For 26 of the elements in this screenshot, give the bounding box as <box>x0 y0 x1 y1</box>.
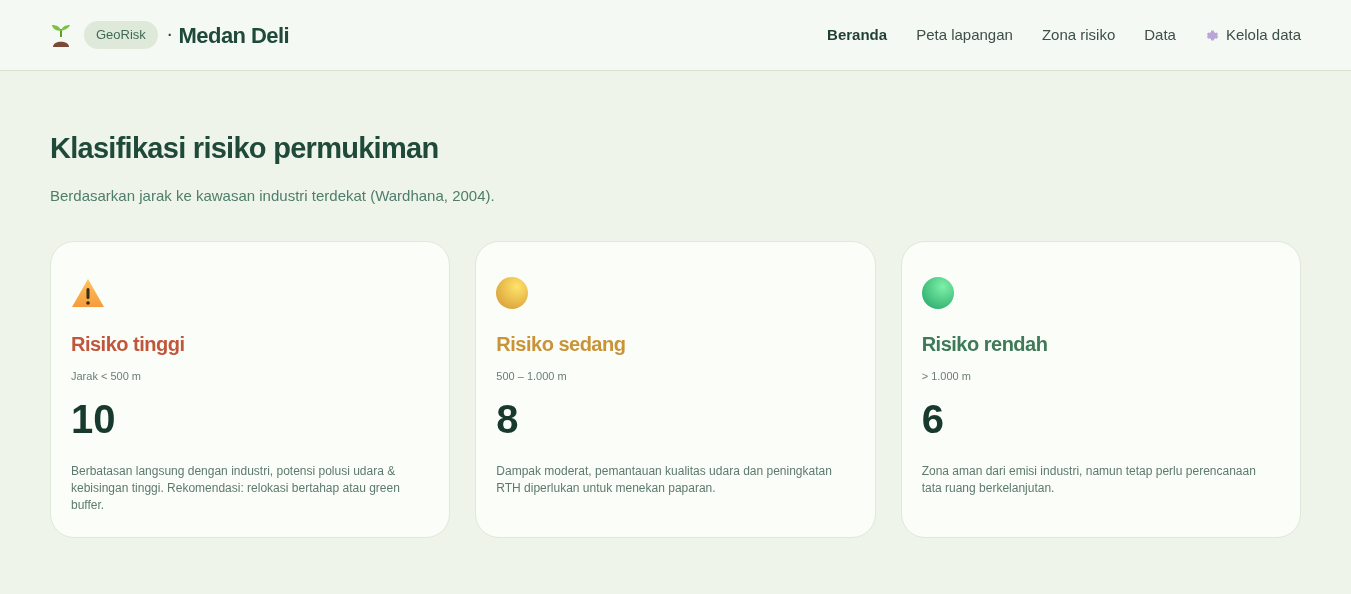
nav-link[interactable]: Zona risiko <box>1041 23 1116 47</box>
brand-badge: GeoRisk <box>84 21 158 49</box>
distance-range: 500 – 1.000 m <box>496 369 568 384</box>
page-heading: Klasifikasi risiko permukiman <box>50 131 440 166</box>
nav-link[interactable]: Peta lapangan <box>916 23 1013 47</box>
card-title: Risiko rendah <box>921 332 1049 357</box>
nav-link[interactable]: Beranda <box>827 23 888 47</box>
card-description: Dampak moderat, pemantauan kualitas udara dan peningkatan RTH diperlukan untuk menekan paparan. <box>496 462 833 497</box>
ball-icon <box>921 277 954 309</box>
settlement-count: 8 <box>496 398 520 439</box>
card-title: Risiko tinggi <box>71 332 186 357</box>
sprout-icon <box>50 23 72 47</box>
card-description: Berbatasan langsung dengan industri, potensi polusi udara & kebisingan tinggi. Rekomendasi: relokasi bertahap atau green buffer. <box>71 462 401 514</box>
separator-dot: · <box>167 25 173 45</box>
card-description: Zona aman dari emisi industri, namun tetap perlu perencanaan tata ruang berkelanjutan. <box>921 462 1257 497</box>
card-title: Risiko sedang <box>496 332 627 357</box>
ball-icon <box>496 277 529 309</box>
nav-link[interactable]: Data <box>1144 23 1176 47</box>
settlement-count: 10 <box>71 398 117 439</box>
distance-range: > 1.000 m <box>921 369 972 384</box>
nav-link[interactable]: Kelola data <box>1204 23 1301 47</box>
site-title: Medan Deli <box>178 21 290 50</box>
settlement-count: 6 <box>921 398 945 439</box>
distance-range: Jarak < 500 m <box>71 369 142 384</box>
page-subheading: Berdasarkan jarak ke kawasan industri terdekat (Wardhana, 2004). <box>50 185 496 206</box>
warning-icon <box>71 278 105 308</box>
